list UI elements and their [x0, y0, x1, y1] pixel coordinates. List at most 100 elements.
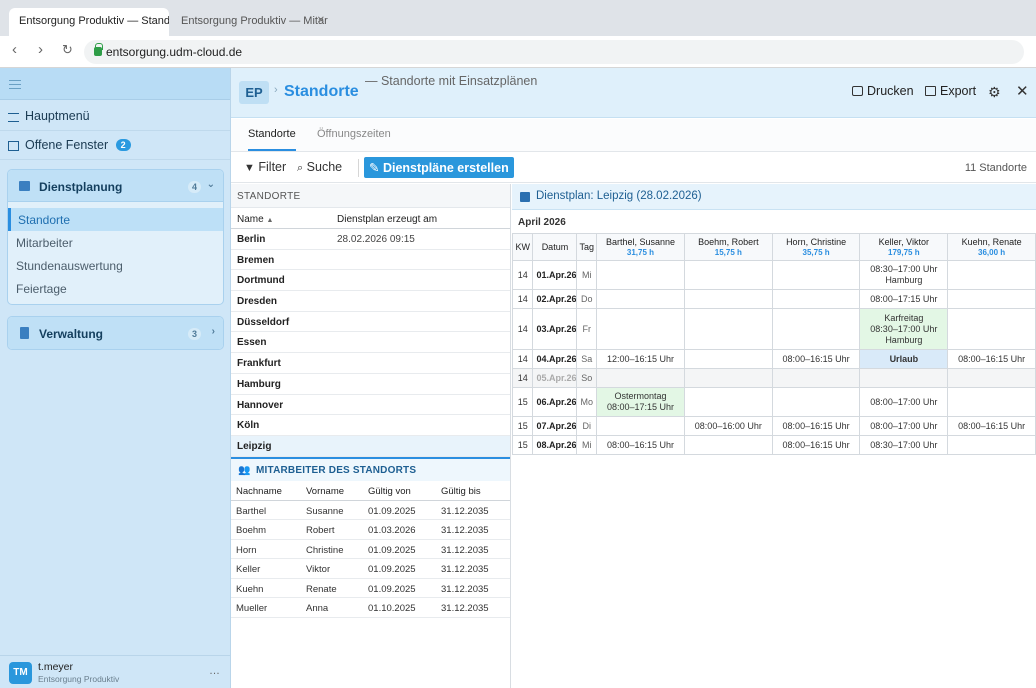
print-button[interactable]: Drucken	[852, 84, 914, 98]
url-field[interactable]: entsorgung.udm-cloud.de	[84, 40, 1024, 64]
back-icon[interactable]: ‹	[12, 41, 32, 61]
shift-cell[interactable]	[947, 289, 1036, 309]
column-header[interactable]: Gültig von	[368, 486, 411, 497]
module-badge[interactable]: EP	[239, 81, 269, 104]
shift-cell[interactable]: 08:00–16:15 Uhr	[771, 435, 861, 455]
employee-column-header[interactable]: Keller, Viktor 179,75 h	[859, 233, 949, 261]
menu-toggle-icon[interactable]	[9, 80, 21, 89]
sidebar-item-feiertage[interactable]: Feiertage	[8, 277, 223, 300]
shift-cell[interactable]	[596, 416, 685, 436]
chevron-down-icon[interactable]: ⌄	[207, 179, 215, 190]
sidebar-item-standorte[interactable]: Standorte	[8, 208, 223, 231]
shift-cell[interactable]: 08:00–16:15 Uhr	[771, 416, 861, 436]
shift-cell[interactable]	[771, 308, 861, 350]
table-row[interactable]: Kuehn Renate 01.09.2025 31.12.2035	[231, 579, 510, 599]
shift-cell[interactable]: 08:30–17:00 Uhr Hamburg	[859, 260, 949, 290]
shift-cell[interactable]	[683, 387, 773, 417]
sidebar-item-label: Offene Fenster	[25, 138, 109, 152]
shift-cell[interactable]	[771, 387, 861, 417]
table-row[interactable]: Boehm Robert 01.03.2026 31.12.2035	[231, 520, 510, 540]
table-row[interactable]: Düsseldorf	[231, 312, 510, 333]
shift-cell[interactable]	[947, 260, 1036, 290]
nav-group-header[interactable]: Dienstplanung 4 ⌄	[8, 170, 223, 202]
table-row[interactable]: Köln	[231, 415, 510, 436]
shift-cell[interactable]	[596, 308, 685, 350]
browser-tab-inactive[interactable]: Entsorgung Produktiv — Mitar… ✕	[171, 8, 329, 36]
column-header-created[interactable]: Dienstplan erzeugt am	[337, 214, 437, 225]
sidebar-item-stundenauswertung[interactable]: Stundenauswertung	[8, 254, 223, 277]
table-row[interactable]: Essen	[231, 332, 510, 354]
reload-icon[interactable]: ↻	[62, 42, 82, 62]
forward-icon[interactable]: ›	[38, 41, 58, 61]
table-row[interactable]: Frankfurt	[231, 353, 510, 374]
shift-cell[interactable]	[947, 308, 1036, 350]
table-row[interactable]: Berlin 28.02.2026 09:15	[231, 229, 510, 250]
shift-cell[interactable]: 08:00–16:15 Uhr	[947, 349, 1036, 369]
employee-column-header[interactable]: Horn, Christine 35,75 h	[771, 233, 861, 261]
shift-cell[interactable]: Urlaub	[859, 349, 949, 369]
shift-cell[interactable]: Karfreitag 08:30–17:00 Uhr Hamburg	[859, 308, 949, 350]
table-row[interactable]: Mueller Anna 01.10.2025 31.12.2035	[231, 598, 510, 618]
shift-cell[interactable]	[683, 435, 773, 455]
shift-cell[interactable]	[947, 368, 1036, 388]
shift-cell[interactable]: 08:00–16:00 Uhr	[683, 416, 773, 436]
shift-cell[interactable]	[683, 349, 773, 369]
more-icon[interactable]: …	[209, 665, 220, 677]
shift-cell[interactable]	[596, 260, 685, 290]
table-row[interactable]: Hannover	[231, 395, 510, 416]
column-header[interactable]: Nachname	[236, 486, 282, 497]
employee-column-header[interactable]: Boehm, Robert 15,75 h	[683, 233, 773, 261]
shift-cell[interactable]	[947, 387, 1036, 417]
shift-cell[interactable]	[596, 368, 685, 388]
sidebar-item-hauptmenu[interactable]: Hauptmenü	[0, 102, 230, 131]
table-row[interactable]: Leipzig	[231, 435, 510, 457]
create-dienstplaene-button[interactable]: ✎ Dienstpläne erstellen	[364, 157, 514, 178]
shift-cell[interactable]	[683, 260, 773, 290]
table-row[interactable]: Bremen	[231, 250, 510, 271]
employee-column-header[interactable]: Kuehn, Renate 36,00 h	[947, 233, 1036, 261]
table-row[interactable]: Dresden	[231, 291, 510, 312]
shift-cell[interactable]: 08:00–17:00 Uhr	[859, 416, 949, 436]
table-row[interactable]: Barthel Susanne 01.09.2025 31.12.2035	[231, 501, 510, 521]
browser-tab-active[interactable]: Entsorgung Produktiv — Stand…	[9, 8, 169, 36]
column-header[interactable]: Gültig bis	[441, 486, 481, 497]
filter-button[interactable]: ▼ Filter	[240, 158, 290, 178]
table-row[interactable]: Keller Viktor 01.09.2025 31.12.2035	[231, 559, 510, 579]
sidebar-item-offene-fenster[interactable]: Offene Fenster 2	[0, 131, 230, 160]
table-row[interactable]: Hamburg	[231, 374, 510, 395]
shift-cell[interactable]	[771, 368, 861, 388]
shift-cell[interactable]	[683, 368, 773, 388]
nav-group-header[interactable]: Verwaltung 3 ›	[8, 317, 223, 349]
shift-cell[interactable]	[683, 289, 773, 309]
column-header[interactable]: Vorname	[306, 486, 344, 497]
column-header-name[interactable]: Name ▲	[237, 214, 273, 225]
shift-cell[interactable]: 08:00–16:15 Uhr	[771, 349, 861, 369]
shift-cell[interactable]: 08:00–17:15 Uhr	[859, 289, 949, 309]
shift-cell[interactable]	[596, 289, 685, 309]
sidebar-item-mitarbeiter[interactable]: Mitarbeiter	[8, 231, 223, 254]
shift-cell[interactable]: 08:00–16:15 Uhr	[947, 416, 1036, 436]
export-button[interactable]: Export	[925, 84, 976, 98]
shift-cell[interactable]	[947, 435, 1036, 455]
search-button[interactable]: ⌕ Suche	[293, 158, 346, 178]
chevron-right-icon[interactable]: ›	[212, 326, 215, 337]
close-icon[interactable]: ✕	[1016, 82, 1029, 100]
shift-cell[interactable]: 08:00–17:00 Uhr	[859, 387, 949, 417]
shift-cell[interactable]: 08:00–16:15 Uhr	[596, 435, 685, 455]
user-panel[interactable]: TM t.meyer Entsorgung Produktiv …	[0, 655, 230, 688]
shift-cell[interactable]: 12:00–16:15 Uhr	[596, 349, 685, 369]
standort-name: Dresden	[237, 296, 278, 308]
shift-cell[interactable]: 08:30–17:00 Uhr	[859, 435, 949, 455]
shift-cell[interactable]	[771, 289, 861, 309]
table-row[interactable]: Dortmund	[231, 270, 510, 292]
shift-cell[interactable]	[859, 368, 949, 388]
gear-icon[interactable]: ⚙	[988, 84, 1001, 101]
employee-column-header[interactable]: Barthel, Susanne 31,75 h	[596, 233, 685, 261]
close-tab-icon[interactable]: ✕	[317, 15, 325, 26]
shift-cell[interactable]: Ostermontag 08:00–17:15 Uhr	[596, 387, 685, 417]
tab-standorte[interactable]: Standorte	[248, 128, 296, 151]
tab-oeffnungszeiten[interactable]: Öffnungszeiten	[317, 128, 391, 140]
shift-cell[interactable]	[683, 308, 773, 350]
table-row[interactable]: Horn Christine 01.09.2025 31.12.2035	[231, 540, 510, 560]
shift-cell[interactable]	[771, 260, 861, 290]
